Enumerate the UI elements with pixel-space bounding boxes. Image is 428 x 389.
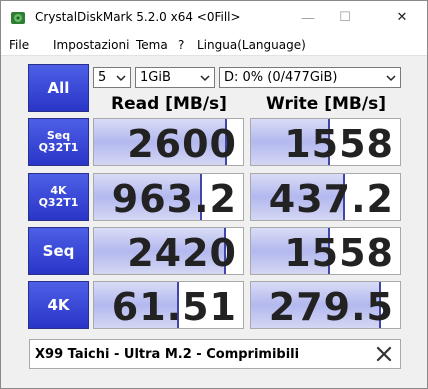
window-title: CrystalDiskMark 5.2.0 x64 <0Fill> bbox=[35, 10, 241, 24]
menu-help[interactable]: ? bbox=[178, 38, 184, 52]
test-label-line2: Q32T1 bbox=[38, 141, 79, 154]
read-value: 963.2 bbox=[111, 177, 237, 221]
maximize-button[interactable]: ☐ bbox=[322, 1, 368, 33]
4k-q32t1-write-cell: 437.2 bbox=[250, 173, 401, 221]
close-button[interactable]: ✕ bbox=[379, 1, 425, 33]
menu-tema[interactable]: Tema bbox=[136, 38, 168, 52]
chevron-down-icon bbox=[200, 75, 210, 82]
test-label-line2: Q32T1 bbox=[38, 196, 79, 209]
comment-field[interactable]: X99 Taichi - Ultra M.2 - Comprimibili bbox=[29, 339, 401, 369]
4k-button[interactable]: 4K bbox=[28, 281, 89, 329]
read-value: 61.51 bbox=[111, 285, 237, 329]
seq-q32t1-read-cell: 2600 bbox=[93, 118, 244, 166]
test-label-line1: 4K bbox=[47, 295, 70, 314]
comment-text: X99 Taichi - Ultra M.2 - Comprimibili bbox=[35, 347, 300, 362]
drive-select[interactable]: D: 0% (0/477GiB) bbox=[219, 67, 401, 88]
all-button[interactable]: All bbox=[28, 64, 89, 112]
seq-button[interactable]: Seq bbox=[28, 227, 89, 275]
drive-value: D: 0% (0/477GiB) bbox=[224, 70, 338, 85]
4k-write-cell: 279.5 bbox=[250, 281, 401, 329]
read-value: 2420 bbox=[127, 231, 237, 275]
app-window: CrystalDiskMark 5.2.0 x64 <0Fill> — ☐ ✕ … bbox=[0, 0, 428, 389]
chevron-down-icon bbox=[386, 75, 396, 82]
menu-file[interactable]: File bbox=[9, 38, 29, 52]
chevron-down-icon bbox=[116, 75, 126, 82]
test-label-line1: Seq bbox=[42, 241, 75, 260]
write-value: 279.5 bbox=[268, 285, 394, 329]
4k-q32t1-read-cell: 963.2 bbox=[93, 173, 244, 221]
read-header: Read [MB/s] bbox=[111, 94, 227, 114]
write-value: 1558 bbox=[284, 231, 394, 275]
menu-language[interactable]: Lingua(Language) bbox=[197, 38, 306, 52]
close-icon[interactable] bbox=[374, 344, 394, 364]
write-header: Write [MB/s] bbox=[266, 94, 386, 114]
disk-icon bbox=[11, 12, 25, 24]
write-value: 437.2 bbox=[268, 177, 394, 221]
menu-bar: File Impostazioni Tema ? Lingua(Language… bbox=[1, 33, 427, 56]
test-count-value: 5 bbox=[98, 70, 107, 85]
write-value: 1558 bbox=[284, 122, 394, 166]
test-size-value: 1GiB bbox=[140, 70, 171, 85]
4k-q32t1-button[interactable]: 4K Q32T1 bbox=[28, 173, 89, 221]
4k-read-cell: 61.51 bbox=[93, 281, 244, 329]
title-bar: CrystalDiskMark 5.2.0 x64 <0Fill> — ☐ ✕ bbox=[1, 1, 427, 33]
test-size-select[interactable]: 1GiB bbox=[135, 67, 215, 88]
test-count-select[interactable]: 5 bbox=[93, 67, 131, 88]
seq-read-cell: 2420 bbox=[93, 227, 244, 275]
menu-impostazioni[interactable]: Impostazioni bbox=[53, 38, 129, 52]
read-value: 2600 bbox=[127, 122, 237, 166]
seq-q32t1-button[interactable]: Seq Q32T1 bbox=[28, 118, 89, 166]
seq-write-cell: 1558 bbox=[250, 227, 401, 275]
seq-q32t1-write-cell: 1558 bbox=[250, 118, 401, 166]
